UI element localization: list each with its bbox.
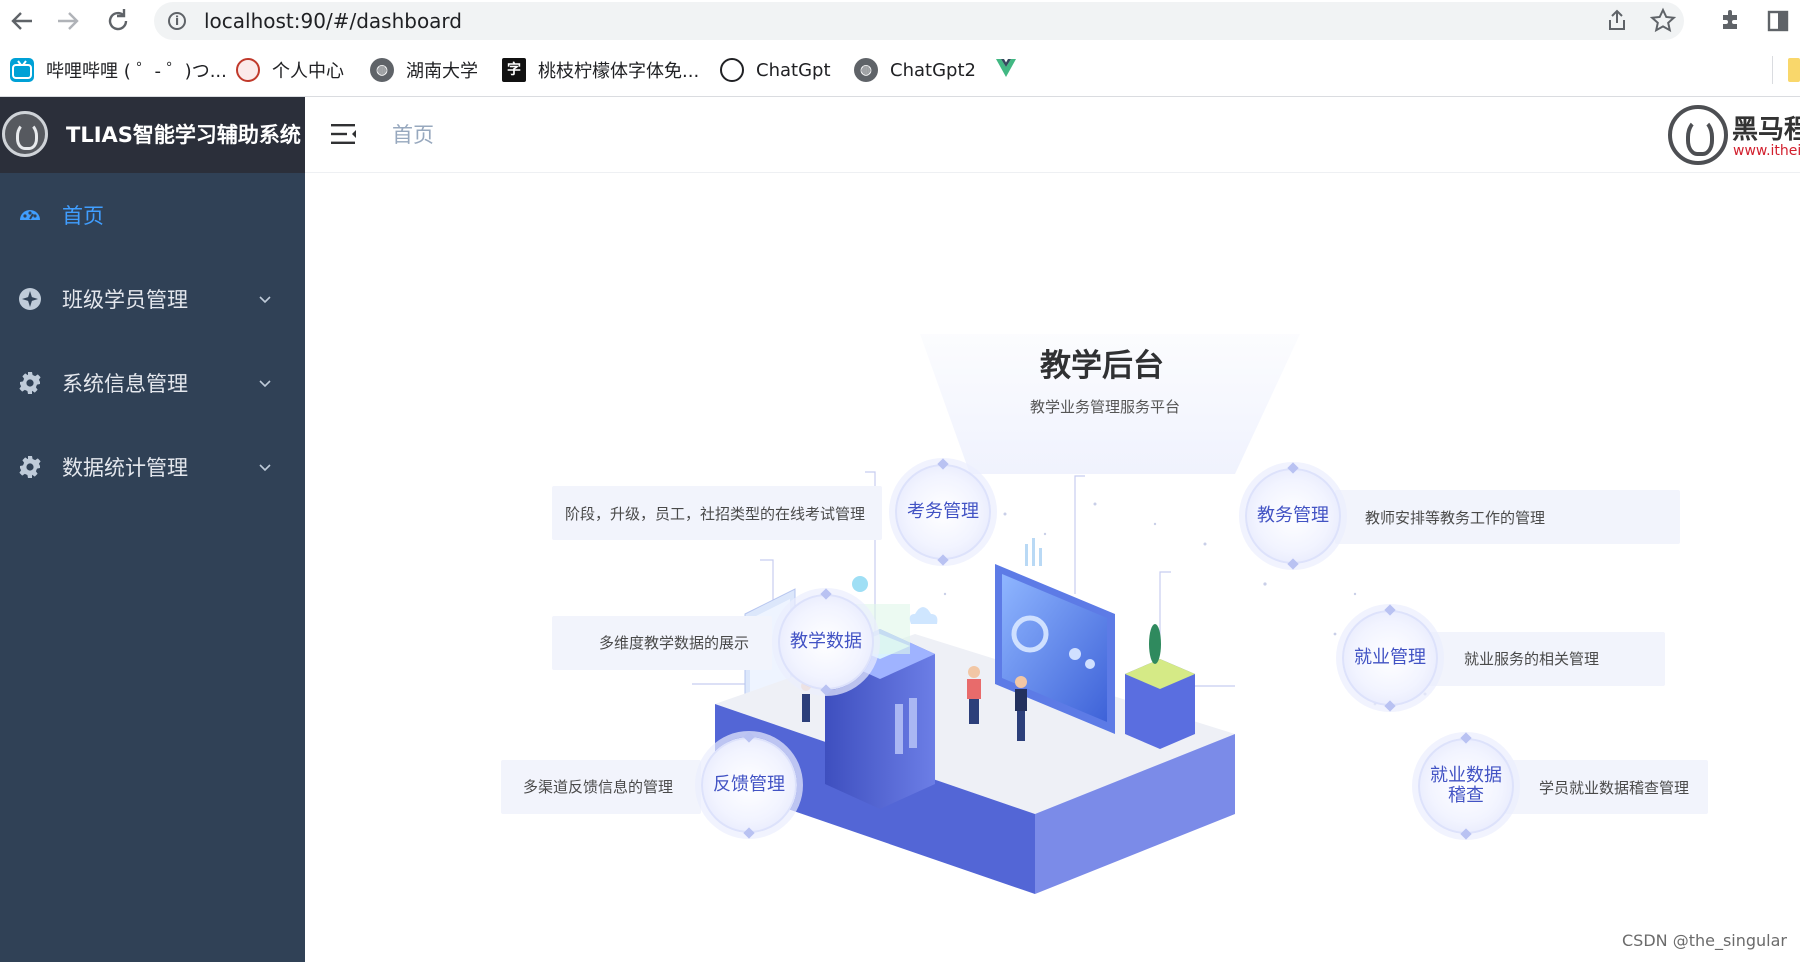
openai-icon	[720, 58, 744, 82]
compass-icon	[19, 288, 41, 310]
sidebar-item-data-stats[interactable]: 数据统计管理	[0, 425, 305, 509]
globe-icon: ◍	[370, 58, 394, 82]
corp-url: www.itheir	[1733, 143, 1800, 159]
folder-icon[interactable]	[1788, 58, 1800, 82]
bookmark-label: 哔哩哔哩 ( ゜- ゜)つ...	[46, 61, 227, 82]
watermark: CSDN @the_singular	[1622, 931, 1788, 950]
bookmark-vue[interactable]	[994, 50, 1018, 90]
zi-character-icon: 字	[502, 58, 526, 82]
dashboard-icon	[20, 210, 40, 220]
sidebar-item-label: 系统信息管理	[62, 372, 188, 396]
feature-desc: 多维度教学数据的展示	[599, 634, 750, 652]
sidebar: TLIAS智能学习辅助系统 首页 班级学员管理 系统信息管理 数据统计管理	[0, 97, 305, 962]
dashboard-main: 教学后台 教学业务管理服务平台 阶段，升级，员工，社招类型的在线考试管理 考务管…	[305, 174, 1800, 962]
feature-label: 教务管理	[1257, 505, 1329, 526]
forward-icon[interactable]	[52, 5, 84, 37]
bookmarks-separator	[1772, 56, 1773, 84]
sidebar-item-label: 首页	[62, 204, 104, 228]
sidebar-item-class-students[interactable]: 班级学员管理	[0, 257, 305, 341]
feature-label: 教学数据	[790, 631, 862, 652]
feature-label: 就业数据 稽查	[1430, 765, 1502, 806]
corp-name: 黑马程	[1732, 115, 1800, 145]
feature-desc: 阶段，升级，员工，社招类型的在线考试管理	[565, 505, 866, 523]
chevron-down-icon	[259, 464, 271, 472]
breadcrumb: 首页	[392, 123, 434, 147]
chevron-down-icon	[259, 380, 271, 388]
bookmark-hnu[interactable]: ◍ 湖南大学	[370, 50, 478, 90]
reload-icon[interactable]	[102, 5, 134, 37]
feature-label: 反馈管理	[713, 774, 785, 795]
feature-label: 就业管理	[1354, 647, 1426, 668]
globe-icon: ◍	[854, 58, 878, 82]
browser-toolbar: i localhost:90/#/dashboard	[0, 0, 1800, 42]
bookmark-label: 桃枝柠檬体字体免...	[538, 61, 700, 82]
dashboard-illustration	[692, 334, 1487, 894]
corp-logo-icon	[1668, 105, 1728, 165]
bookmark-chatgpt[interactable]: ChatGpt	[720, 50, 831, 90]
bookmark-font[interactable]: 字 桃枝柠檬体字体免...	[502, 50, 699, 90]
brand-logo-icon	[2, 111, 48, 157]
gear-icon	[19, 372, 41, 394]
feature-teaching-data[interactable]: 教学数据	[778, 588, 874, 696]
dashboard-title: 教学后台	[1040, 348, 1164, 384]
feature-feedback-management[interactable]: 反馈管理	[701, 731, 797, 839]
feature-employment-management[interactable]: 就业管理	[1342, 604, 1438, 712]
feature-exam-management[interactable]: 考务管理	[895, 458, 991, 566]
side-panel-icon[interactable]	[1762, 5, 1794, 37]
extensions-icon[interactable]	[1714, 5, 1746, 37]
chevron-down-icon	[259, 296, 271, 304]
bilibili-icon	[10, 58, 34, 82]
bookmark-star-icon[interactable]	[1648, 6, 1678, 36]
feature-employment-data-audit[interactable]: 就业数据 稽查	[1418, 732, 1514, 840]
site-info-icon[interactable]: i	[168, 12, 186, 30]
sidebar-item-label: 数据统计管理	[62, 456, 188, 480]
sidebar-item-system-info[interactable]: 系统信息管理	[0, 341, 305, 425]
address-bar[interactable]: i localhost:90/#/dashboard	[154, 2, 1684, 40]
bookmark-label: ChatGpt	[756, 59, 831, 81]
vue-icon	[994, 56, 1018, 85]
feature-desc: 就业服务的相关管理	[1464, 650, 1600, 668]
university-seal-icon	[236, 58, 260, 82]
app-header: 首页 黑马程 www.itheir	[305, 97, 1800, 173]
back-icon[interactable]	[6, 5, 38, 37]
share-icon[interactable]	[1602, 6, 1632, 36]
bookmark-bilibili[interactable]: 哔哩哔哩 ( ゜- ゜)つ...	[10, 50, 227, 90]
bookmark-chatgpt2[interactable]: ◍ ChatGpt2	[854, 50, 976, 90]
sidebar-item-label: 班级学员管理	[62, 288, 188, 312]
dashboard-subtitle: 教学业务管理服务平台	[1030, 398, 1181, 416]
bookmark-personal-center[interactable]: 个人中心	[236, 50, 344, 90]
sidebar-item-home[interactable]: 首页	[0, 173, 305, 257]
feature-label: 考务管理	[907, 501, 979, 522]
brand-header: TLIAS智能学习辅助系统	[0, 97, 305, 173]
feature-desc: 多渠道反馈信息的管理	[523, 778, 674, 796]
bookmark-label: 个人中心	[272, 61, 344, 82]
bookmarks-bar: 哔哩哔哩 ( ゜- ゜)つ... 个人中心 ◍ 湖南大学 字 桃枝柠檬体字体免.…	[0, 50, 1800, 90]
bookmark-label: ChatGpt2	[890, 59, 976, 81]
feature-desc: 学员就业数据稽查管理	[1539, 779, 1690, 797]
feature-desc: 教师安排等教务工作的管理	[1365, 509, 1546, 527]
bookmark-label: 湖南大学	[406, 61, 478, 82]
menu-fold-icon[interactable]	[331, 123, 357, 145]
feature-academic-affairs[interactable]: 教务管理	[1245, 462, 1341, 570]
app-title: TLIAS智能学习辅助系统	[66, 123, 301, 147]
gear-icon	[19, 456, 41, 478]
address-url[interactable]: localhost:90/#/dashboard	[204, 2, 462, 40]
